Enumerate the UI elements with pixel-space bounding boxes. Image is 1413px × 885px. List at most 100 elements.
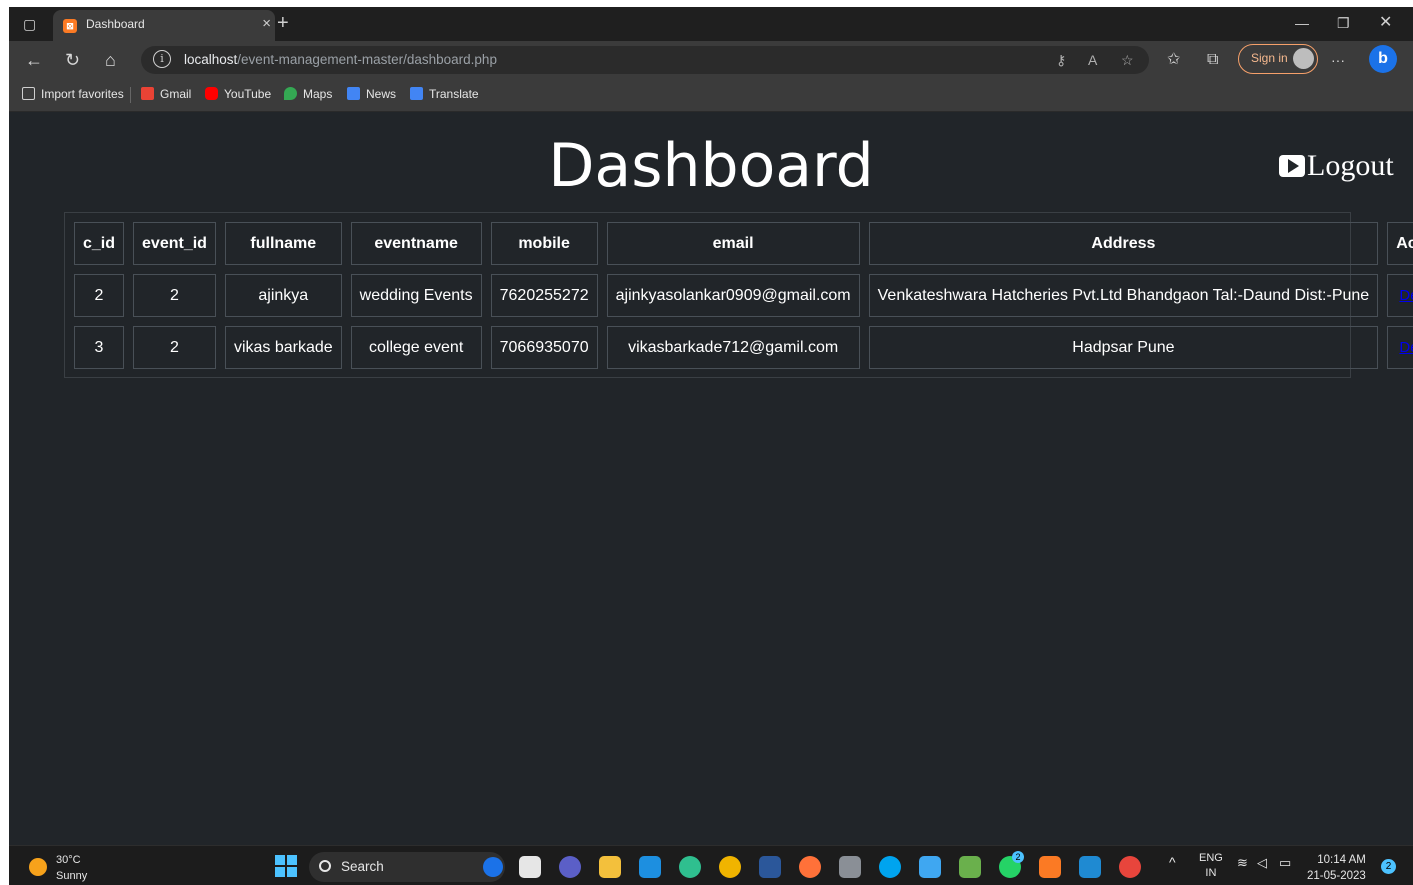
header-address: Address	[868, 222, 1379, 265]
favorites-bar: Import favorites Gmail YouTube Maps News…	[9, 79, 1413, 112]
weather-condition: Sunny	[56, 870, 88, 882]
cell-address: Venkateshwara Hatcheries Pvt.Ltd Bhandga…	[868, 274, 1379, 317]
sun-icon	[29, 858, 47, 876]
address-bar[interactable]: i localhost/event-management-master/dash…	[141, 46, 1149, 74]
participants-table: c_id event_id fullname eventname mobile …	[65, 213, 1413, 378]
notepad-icon[interactable]	[919, 856, 941, 878]
back-icon[interactable]: ←	[25, 41, 43, 79]
wifi-icon[interactable]: ≋	[1237, 855, 1248, 871]
clock-date: 21-05-2023	[1307, 870, 1366, 882]
tab-dashboard[interactable]: ⊠ Dashboard ×	[53, 10, 275, 41]
minimize-icon[interactable]: —	[1295, 7, 1309, 39]
more-menu-icon[interactable]: ···	[1331, 41, 1345, 79]
table-header-row: c_id event_id fullname eventname mobile …	[74, 222, 1413, 265]
site-info-icon[interactable]: i	[153, 50, 171, 68]
news-icon	[347, 87, 360, 100]
header-fullname: fullname	[224, 222, 342, 265]
key-icon[interactable]: ⚷	[1056, 46, 1066, 74]
cell-mobile: 7620255272	[490, 274, 598, 317]
cell-event-id: 2	[133, 326, 216, 369]
logout-link[interactable]: Logout	[1279, 146, 1394, 186]
skype-icon[interactable]	[879, 856, 901, 878]
xampp-favicon-icon: ⊠	[63, 19, 77, 33]
search-label: Search	[341, 859, 384, 874]
new-tab-button[interactable]: +	[277, 7, 289, 39]
close-window-icon[interactable]: ✕	[1379, 7, 1392, 39]
collections-icon[interactable]: ⧉	[1207, 41, 1218, 79]
favorites-icon[interactable]: ✩	[1167, 41, 1180, 79]
vscode-icon[interactable]	[1079, 856, 1101, 878]
sign-in-button[interactable]: Sign in	[1238, 44, 1318, 74]
header-action: Action	[1387, 222, 1413, 265]
tab-title: Dashboard	[86, 17, 145, 31]
cell-fullname: vikas barkade	[224, 326, 342, 369]
cell-email: vikasbarkade712@gamil.com	[606, 326, 860, 369]
delete-link[interactable]: Delete	[1399, 287, 1413, 304]
chrome-alt-icon[interactable]	[1119, 856, 1141, 878]
tab-actions-icon[interactable]: ▢	[23, 7, 36, 41]
taskbar-search[interactable]: Search	[309, 852, 505, 882]
region-code: IN	[1205, 867, 1217, 879]
volume-muted-icon[interactable]: ◁	[1257, 855, 1267, 871]
firefox-icon[interactable]	[799, 856, 821, 878]
notification-badge[interactable]: 2	[1381, 859, 1396, 874]
page-title: Dashboard	[548, 131, 874, 201]
home-icon[interactable]: ⌂	[105, 41, 116, 79]
fav-gmail[interactable]: Gmail	[141, 79, 191, 109]
table-row: 2 2 ajinkya wedding Events 7620255272 aj…	[74, 274, 1413, 317]
gmail-icon	[141, 87, 154, 100]
url-text[interactable]: localhost/event-management-master/dashbo…	[184, 46, 497, 74]
chrome-icon[interactable]	[719, 856, 741, 878]
language-indicator[interactable]: ENG IN	[1199, 851, 1223, 881]
logout-icon	[1279, 155, 1305, 177]
xampp-icon[interactable]	[1039, 856, 1061, 878]
camera-icon[interactable]	[839, 856, 861, 878]
tray-overflow-icon[interactable]: ^	[1169, 854, 1176, 870]
avatar-icon	[1293, 48, 1314, 69]
task-view-icon[interactable]	[519, 856, 541, 878]
mail-icon[interactable]	[639, 856, 661, 878]
cell-address: Hadpsar Pune	[868, 326, 1379, 369]
whatsapp-badge: 2	[1012, 851, 1024, 863]
battery-icon[interactable]: ▭	[1279, 855, 1291, 871]
search-icon	[319, 860, 331, 872]
fav-news[interactable]: News	[347, 79, 396, 109]
cell-fullname: ajinkya	[224, 274, 342, 317]
fav-youtube[interactable]: YouTube	[205, 79, 271, 109]
restore-icon[interactable]: ❐	[1337, 7, 1350, 39]
teams-icon[interactable]	[559, 856, 581, 878]
header-mobile: mobile	[490, 222, 598, 265]
word-icon[interactable]	[759, 856, 781, 878]
clock[interactable]: 10:14 AM 21-05-2023	[1307, 852, 1366, 884]
browser-window: ▢ ⊠ Dashboard × + — ❐ ✕ ← ↻ ⌂ i localhos…	[9, 7, 1413, 885]
logout-label: Logout	[1307, 149, 1394, 182]
clock-time: 10:14 AM	[1317, 854, 1366, 866]
fav-translate[interactable]: Translate	[410, 79, 479, 109]
file-explorer-icon[interactable]	[599, 856, 621, 878]
participants-table-container: c_id event_id fullname eventname mobile …	[64, 212, 1413, 378]
fav-separator	[130, 87, 131, 103]
translate-icon	[410, 87, 423, 100]
delete-link[interactable]: Delete	[1399, 339, 1413, 356]
page-content: Dashboard Logout c_id event_id fullname …	[9, 112, 1413, 845]
read-aloud-icon[interactable]: A	[1088, 46, 1097, 74]
address-toolbar: ← ↻ ⌂ i localhost/event-management-maste…	[9, 41, 1413, 79]
header-c-id: c_id	[74, 222, 125, 265]
weather-temperature: 30°C	[56, 854, 81, 866]
windows-taskbar: 30°C Sunny Search 2 ^ ENG IN ≋ ◁ ▭ 10:14…	[9, 845, 1413, 885]
tab-close-icon[interactable]: ×	[262, 10, 271, 38]
edge-icon[interactable]	[679, 856, 701, 878]
maps-icon	[284, 87, 297, 100]
table-row: 3 2 vikas barkade college event 70669350…	[74, 326, 1413, 369]
fav-maps[interactable]: Maps	[284, 79, 332, 109]
refresh-icon[interactable]: ↻	[65, 41, 80, 79]
header-eventname: eventname	[350, 222, 482, 265]
editor-icon[interactable]	[959, 856, 981, 878]
sign-in-label: Sign in	[1251, 51, 1288, 65]
add-favorite-icon[interactable]: ☆	[1121, 46, 1134, 74]
cell-c-id: 2	[74, 274, 125, 317]
start-icon[interactable]	[275, 855, 297, 877]
fav-import-favorites[interactable]: Import favorites	[22, 79, 124, 109]
header-email: email	[606, 222, 860, 265]
bing-copilot-icon[interactable]: b	[1369, 45, 1397, 73]
